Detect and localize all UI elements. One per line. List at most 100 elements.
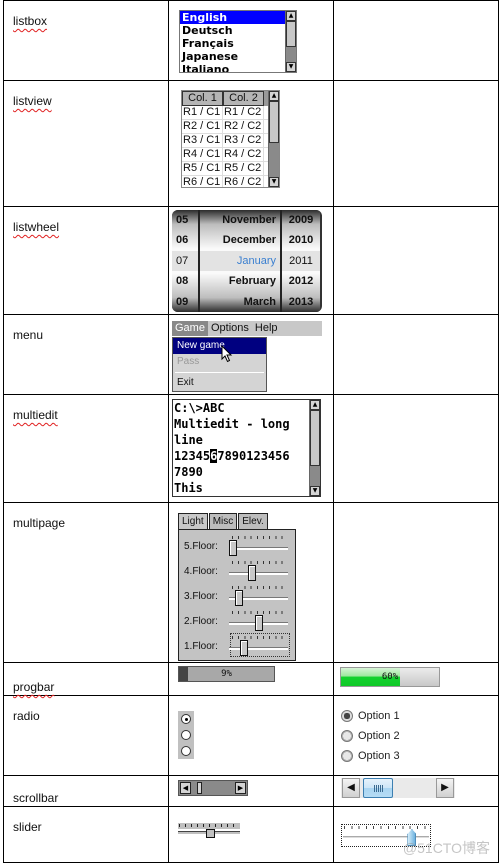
- menu-options[interactable]: Options: [208, 321, 252, 336]
- radio-selected-icon[interactable]: [341, 710, 353, 722]
- cell: R1 / C1: [182, 106, 223, 119]
- listbox-item[interactable]: Français: [180, 37, 296, 50]
- listview-scrollbar[interactable]: ▲ ▼: [268, 91, 279, 187]
- radio-label: Option 3: [358, 750, 400, 762]
- radio-group-skinned: Option 1 Option 2 Option 3: [341, 706, 400, 766]
- scroll-down-arrow-icon[interactable]: ▼: [310, 486, 320, 496]
- column-header[interactable]: Col. 1: [182, 91, 223, 106]
- radio-icon[interactable]: [341, 750, 353, 762]
- menu-help[interactable]: Help: [252, 321, 281, 336]
- scroll-down-arrow-icon[interactable]: ▼: [286, 62, 296, 72]
- listbox-item[interactable]: Italiano: [180, 63, 296, 72]
- listbox-item[interactable]: Japanese: [180, 50, 296, 63]
- row-label: slider: [13, 820, 42, 834]
- table-row[interactable]: R1 / C1 R1 / C2: [182, 106, 279, 120]
- slider-classic[interactable]: [178, 823, 240, 841]
- row-label: listbox: [13, 14, 48, 28]
- scroll-thumb[interactable]: [269, 101, 279, 143]
- menu-item-pass: Pass: [177, 356, 200, 367]
- floor-slider-row: 2.Floor:: [184, 609, 292, 633]
- slider-knob[interactable]: [235, 590, 243, 606]
- scroll-thumb[interactable]: [363, 778, 393, 798]
- floor-label: 5.Floor:: [184, 541, 218, 552]
- wheel-month-column[interactable]: November December January February March: [200, 210, 282, 312]
- table-row[interactable]: R6 / C1 R6 / C2: [182, 176, 279, 187]
- wheel-item-selected: 07: [172, 250, 198, 272]
- slider-knob[interactable]: [229, 540, 237, 556]
- radio-option[interactable]: Option 3: [341, 746, 400, 766]
- table-row[interactable]: R5 / C1 R5 / C2: [182, 162, 279, 176]
- grip-icon: [374, 785, 383, 792]
- listbox[interactable]: English Deutsch Français Japanese Italia…: [179, 10, 297, 73]
- row-label: multipage: [13, 516, 66, 530]
- watermark: @51CTO博客: [402, 840, 490, 856]
- menu-item-exit[interactable]: Exit: [173, 375, 266, 391]
- multiedit-textarea[interactable]: C:\>ABC Multiedit - long line 1234567890…: [172, 399, 321, 497]
- scroll-thumb[interactable]: [310, 410, 320, 466]
- cell: R3 / C2: [223, 134, 264, 147]
- scrollbar-skinned[interactable]: ◀ ▶: [341, 778, 455, 798]
- cell: R2 / C2: [223, 120, 264, 133]
- scroll-up-arrow-icon[interactable]: ▲: [310, 400, 320, 410]
- menu-separator: [175, 372, 264, 373]
- scroll-thumb[interactable]: [286, 21, 296, 47]
- text-line: 7890: [174, 465, 203, 479]
- radio-icon[interactable]: [341, 730, 353, 742]
- row-slider: slider @51CTO博客: [3, 806, 499, 863]
- cell: R6 / C1: [182, 176, 223, 187]
- listbox-scrollbar[interactable]: ▲ ▼: [285, 11, 296, 72]
- table-row[interactable]: R3 / C1 R3 / C2: [182, 134, 279, 148]
- scroll-right-arrow-icon[interactable]: ▶: [235, 782, 246, 794]
- table-row[interactable]: R4 / C1 R4 / C2: [182, 148, 279, 162]
- menu-dropdown: New game Pass Exit: [172, 337, 267, 392]
- wheel-item: 2009: [288, 214, 314, 226]
- slider-knob[interactable]: [248, 565, 256, 581]
- row-label: listview: [13, 94, 52, 108]
- listbox-item[interactable]: Deutsch: [180, 24, 296, 37]
- scroll-up-arrow-icon[interactable]: ▲: [269, 91, 279, 101]
- scroll-left-arrow-icon[interactable]: ◀: [342, 778, 360, 798]
- table-row[interactable]: R2 / C1 R2 / C2: [182, 120, 279, 134]
- radio-button[interactable]: [181, 746, 191, 756]
- scroll-left-arrow-icon[interactable]: ◀: [180, 782, 191, 794]
- slider-track[interactable]: [229, 547, 288, 550]
- tab-misc[interactable]: Misc: [208, 513, 238, 530]
- row-label: radio: [13, 709, 40, 723]
- wheel-item-selected: 2011: [282, 250, 320, 272]
- wheel-item: December: [222, 234, 276, 247]
- row-label: multiedit: [13, 408, 58, 422]
- scrollbar-classic[interactable]: ◀ ▶: [178, 780, 248, 796]
- slider-knob[interactable]: [240, 640, 248, 656]
- scroll-thumb[interactable]: [197, 782, 202, 794]
- listbox-item[interactable]: English: [180, 11, 296, 24]
- radio-option[interactable]: Option 2: [341, 726, 400, 746]
- wheel-item: 06: [176, 234, 189, 247]
- cell: R1 / C2: [223, 106, 264, 119]
- radio-button[interactable]: [181, 730, 191, 740]
- listwheel[interactable]: 05 06 07 08 09 November December January…: [172, 210, 322, 312]
- multipage: Light Misc Elev. 5.Floor: 4.Floor: 3.Flo…: [178, 513, 296, 661]
- text-line: 1234567890123456: [174, 449, 290, 463]
- wheel-item: 05: [176, 214, 189, 226]
- slider-track[interactable]: [229, 647, 288, 650]
- scroll-right-arrow-icon[interactable]: ▶: [436, 778, 454, 798]
- menu-item-new-game[interactable]: New game: [173, 338, 266, 354]
- column-header[interactable]: Col. 2: [223, 91, 264, 106]
- radio-button[interactable]: [181, 714, 191, 724]
- multiedit-scrollbar[interactable]: ▲ ▼: [309, 400, 320, 496]
- tab-elev[interactable]: Elev.: [238, 513, 268, 530]
- listview[interactable]: Col. 1 Col. 2 R1 / C1 R1 / C2 R2 / C1 R2 /…: [181, 90, 280, 188]
- slider-knob[interactable]: [206, 829, 216, 838]
- radio-option[interactable]: Option 1: [341, 706, 400, 726]
- row-label: scrollbar: [13, 791, 59, 805]
- wheel-day-column[interactable]: 05 06 07 08 09: [172, 210, 200, 312]
- slider-track[interactable]: [229, 572, 288, 575]
- radio-label: Option 2: [358, 730, 400, 742]
- scroll-down-arrow-icon[interactable]: ▼: [269, 177, 279, 187]
- slider-knob[interactable]: [255, 615, 263, 631]
- row-multipage: multipage Light Misc Elev. 5.Floor: 4.Fl…: [3, 502, 499, 663]
- wheel-year-column[interactable]: 2009 2010 2011 2012 2013: [282, 210, 320, 312]
- scroll-up-arrow-icon[interactable]: ▲: [286, 11, 296, 21]
- row-menu: menu Game Options Help New game Pass Exi…: [3, 314, 499, 395]
- menu-game[interactable]: Game: [172, 321, 208, 336]
